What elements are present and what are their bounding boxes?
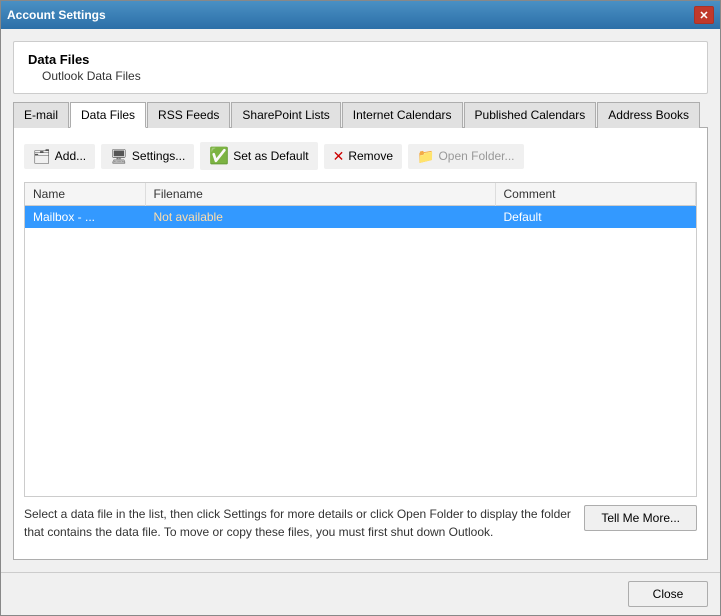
bottom-actions: Select a data file in the list, then cli…	[24, 505, 697, 549]
tell-me-more-button[interactable]: Tell Me More...	[584, 505, 697, 531]
set-default-button[interactable]: ✅ Set as Default	[200, 142, 317, 170]
add-label: Add...	[55, 149, 86, 163]
settings-button[interactable]: 🖥 Settings...	[101, 144, 194, 169]
header-title: Data Files	[28, 52, 693, 67]
add-icon: 🗂	[33, 148, 51, 165]
folder-icon: 📁	[417, 148, 434, 165]
settings-icon: 🖥	[110, 148, 128, 165]
table-row[interactable]: Mailbox - ... Not available Default	[25, 206, 696, 229]
window-content: Data Files Outlook Data Files E-mail Dat…	[1, 29, 720, 572]
close-button[interactable]: Close	[628, 581, 708, 607]
col-comment: Comment	[495, 183, 696, 206]
col-filename: Filename	[145, 183, 495, 206]
open-folder-button[interactable]: 📁 Open Folder...	[408, 144, 523, 169]
window-title: Account Settings	[7, 8, 106, 22]
header-section: Data Files Outlook Data Files	[13, 41, 708, 94]
remove-button[interactable]: ✕ Remove	[324, 144, 402, 169]
add-button[interactable]: 🗂 Add...	[24, 144, 95, 169]
data-table: Name Filename Comment Mailbox - ... Not …	[24, 182, 697, 497]
title-bar-controls: ✕	[694, 6, 714, 24]
table-header: Name Filename Comment	[25, 183, 696, 206]
tab-content: 🗂 Add... 🖥 Settings... ✅ Set as Default …	[13, 128, 708, 560]
col-name: Name	[25, 183, 145, 206]
tab-sharepoint[interactable]: SharePoint Lists	[231, 102, 340, 128]
tab-internet-calendars[interactable]: Internet Calendars	[342, 102, 463, 128]
cell-comment: Default	[495, 206, 696, 229]
info-text: Select a data file in the list, then cli…	[24, 505, 574, 541]
open-folder-label: Open Folder...	[438, 149, 514, 163]
tab-published-calendars[interactable]: Published Calendars	[464, 102, 597, 128]
tab-bar: E-mail Data Files RSS Feeds SharePoint L…	[13, 102, 708, 128]
bottom-bar: Close	[1, 572, 720, 615]
remove-label: Remove	[348, 149, 393, 163]
tab-rss-feeds[interactable]: RSS Feeds	[147, 102, 230, 128]
tab-data-files[interactable]: Data Files	[70, 102, 146, 128]
cell-filename: Not available	[145, 206, 495, 229]
settings-label: Settings...	[132, 149, 185, 163]
cell-name: Mailbox - ...	[25, 206, 145, 229]
close-window-button[interactable]: ✕	[694, 6, 714, 24]
account-settings-window: Account Settings ✕ Data Files Outlook Da…	[0, 0, 721, 616]
tabs-container: E-mail Data Files RSS Feeds SharePoint L…	[13, 102, 708, 560]
tab-email[interactable]: E-mail	[13, 102, 69, 128]
toolbar: 🗂 Add... 🖥 Settings... ✅ Set as Default …	[24, 138, 697, 174]
set-default-label: Set as Default	[233, 149, 308, 163]
header-subtitle: Outlook Data Files	[28, 69, 693, 83]
title-bar: Account Settings ✕	[1, 1, 720, 29]
check-icon: ✅	[209, 146, 229, 166]
tab-address-books[interactable]: Address Books	[597, 102, 700, 128]
remove-icon: ✕	[333, 148, 345, 165]
